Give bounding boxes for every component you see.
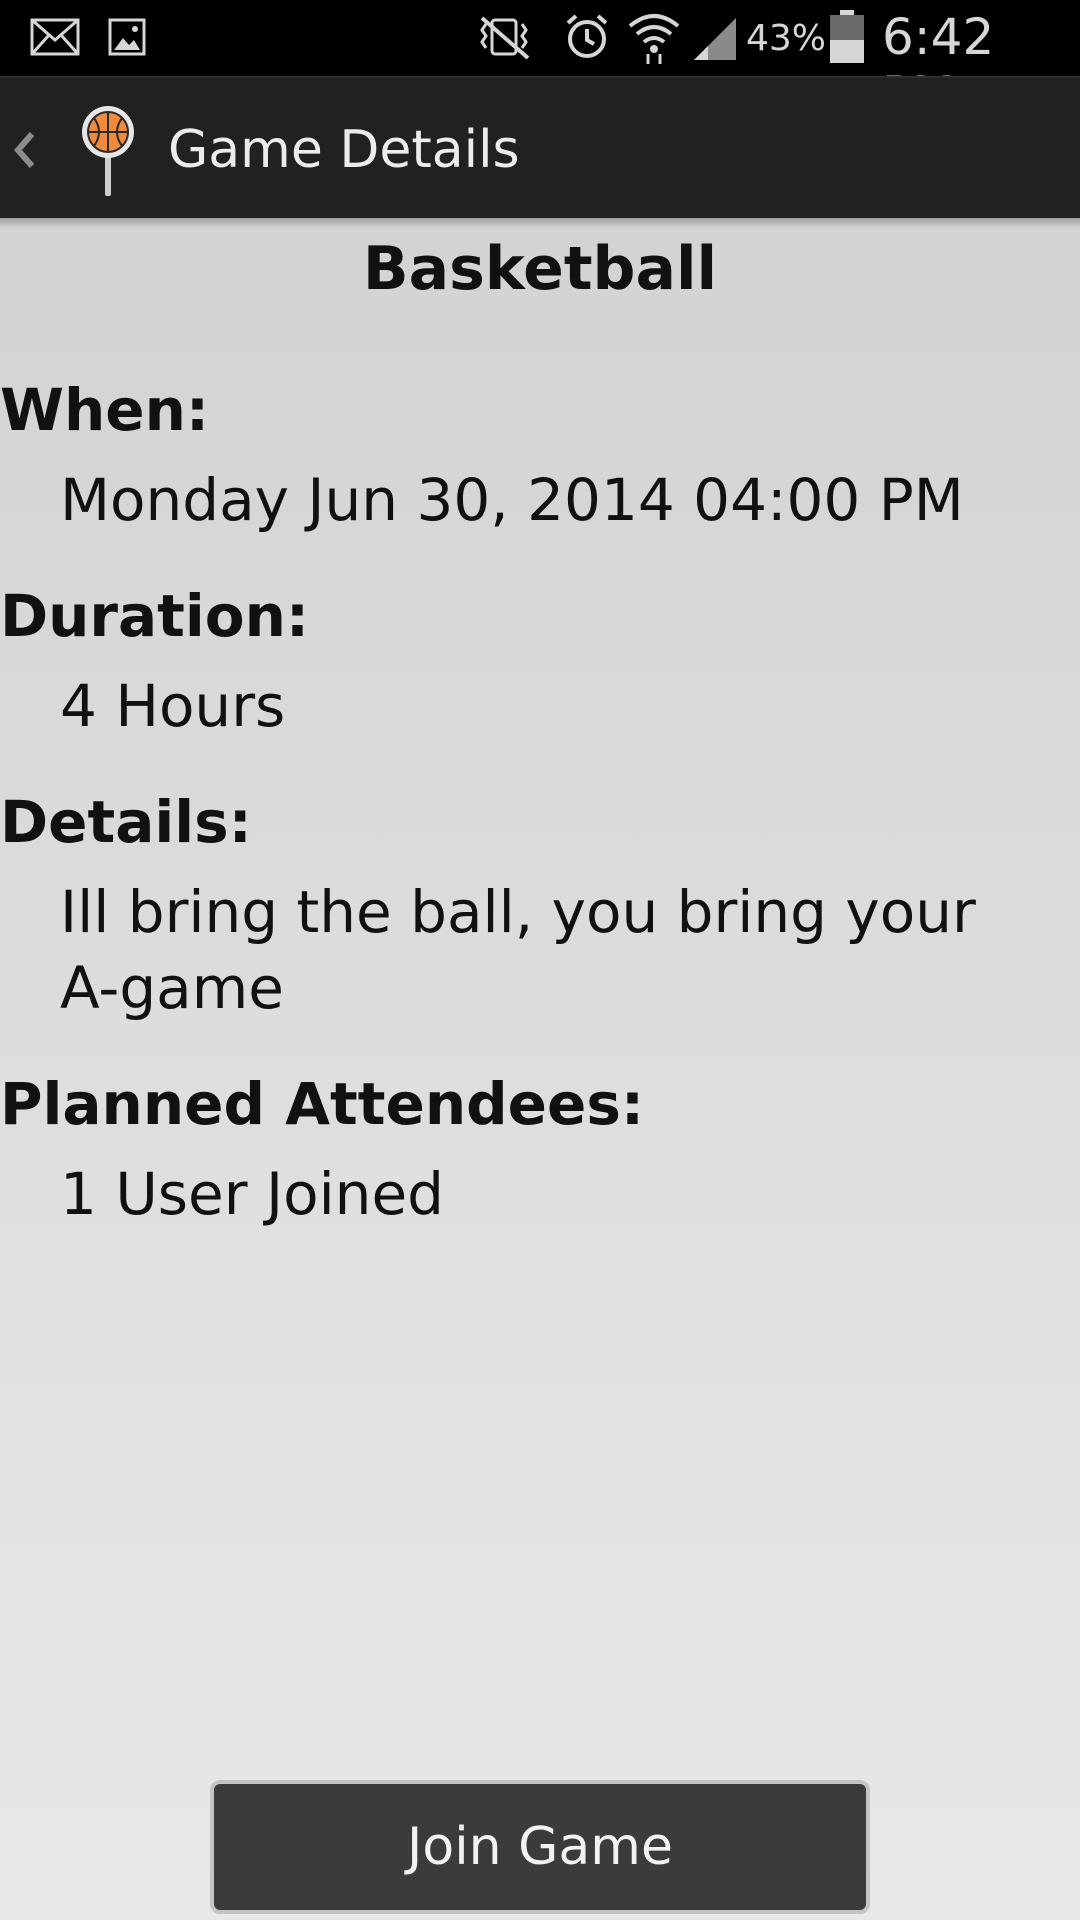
details-label: Details: <box>0 788 252 856</box>
battery-percent: 43% <box>746 18 827 59</box>
duration-label: Duration: <box>0 582 310 650</box>
attendees-label: Planned Attendees: <box>0 1070 645 1138</box>
status-bar: 43% 6:42 PM <box>0 0 1080 124</box>
wifi-icon <box>628 14 680 64</box>
action-bar: Game Details <box>0 76 1080 218</box>
join-game-label: Join Game <box>407 1817 673 1877</box>
vibrate-icon <box>480 16 530 60</box>
battery-icon <box>830 10 864 63</box>
mail-icon <box>30 18 80 56</box>
when-value: Monday Jun 30, 2014 04:00 PM <box>60 466 964 534</box>
page-title: Game Details <box>168 120 520 180</box>
signal-icon <box>694 18 736 60</box>
action-bar-shadow <box>0 218 1080 228</box>
join-game-button[interactable]: Join Game <box>210 1780 870 1914</box>
alarm-icon <box>566 14 608 58</box>
basketball-pin-icon[interactable] <box>78 104 138 196</box>
details-value: Ill bring the ball, you bring your A-gam… <box>60 878 976 1022</box>
sport-title: Basketball <box>362 234 718 304</box>
image-icon <box>108 18 146 56</box>
duration-value: 4 Hours <box>60 672 286 740</box>
when-label: When: <box>0 376 210 444</box>
chevron-left-icon[interactable] <box>8 118 40 182</box>
game-details-content: Basketball When: Monday Jun 30, 2014 04:… <box>0 218 1080 1920</box>
attendees-value: 1 User Joined <box>60 1160 444 1228</box>
